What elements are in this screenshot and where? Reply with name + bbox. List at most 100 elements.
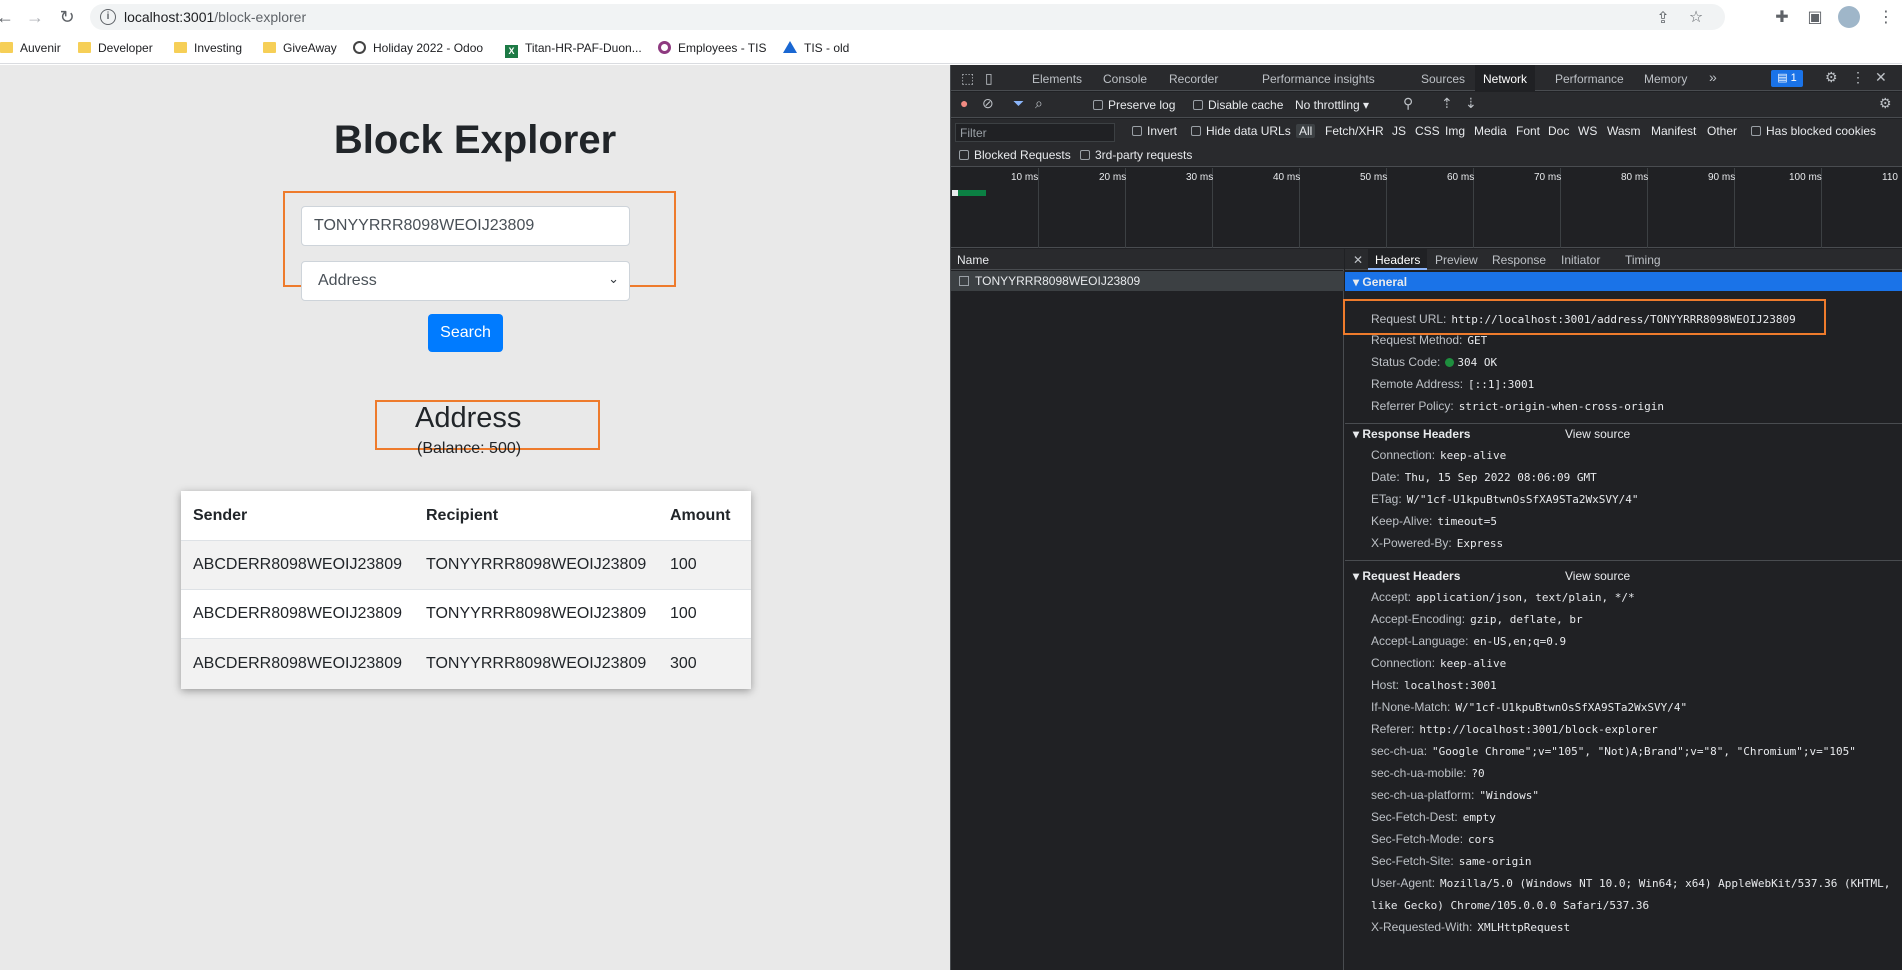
tab-preview[interactable]: Preview [1435, 253, 1478, 267]
request-url-highlight-box [1343, 299, 1826, 335]
tab-elements[interactable]: Elements [1032, 72, 1082, 86]
filter-manifest[interactable]: Manifest [1651, 124, 1696, 138]
third-party-checkbox[interactable]: 3rd-party requests [1080, 148, 1192, 162]
filter-doc[interactable]: Doc [1548, 124, 1569, 138]
filter-ws[interactable]: WS [1578, 124, 1597, 138]
header-amount: Amount [670, 506, 731, 524]
response-view-source-link[interactable]: View source [1565, 427, 1630, 441]
url-text: localhost:3001/block-explorer [124, 9, 307, 25]
request-view-source-link[interactable]: View source [1565, 569, 1630, 583]
import-har-icon[interactable]: ⇡ [1441, 95, 1453, 112]
bookmark-investing[interactable]: Investing [174, 41, 242, 55]
more-tabs-icon[interactable]: » [1709, 69, 1717, 85]
tab-sources[interactable]: Sources [1421, 72, 1465, 86]
search-input[interactable]: TONYYRRR8098WEOIJ23809 [301, 206, 630, 246]
tab-response[interactable]: Response [1492, 253, 1546, 267]
site-info-icon[interactable]: i [100, 9, 116, 25]
address-bar[interactable]: i localhost:3001/block-explorer ⇪ ☆ [90, 4, 1725, 30]
tick-label: 60 ms [1447, 172, 1475, 183]
filter-font[interactable]: Font [1516, 124, 1540, 138]
bookmark-titan[interactable]: X Titan-HR-PAF-Duon... [505, 41, 642, 58]
disable-cache-checkbox[interactable]: Disable cache [1193, 98, 1283, 112]
filter-all[interactable]: All [1296, 124, 1316, 138]
request-header: Sec-Fetch-Mode: cors [1371, 832, 1495, 846]
forward-icon[interactable]: → [24, 6, 46, 28]
has-blocked-cookies-checkbox[interactable]: Has blocked cookies [1751, 124, 1876, 138]
invert-checkbox[interactable]: Invert [1132, 124, 1177, 138]
folder-icon [0, 42, 13, 53]
export-har-icon[interactable]: ⇣ [1465, 95, 1477, 112]
request-row[interactable]: TONYYRRR8098WEOIJ23809 [951, 271, 1344, 291]
request-header: sec-ch-ua: "Google Chrome";v="105", "Not)… [1371, 744, 1856, 758]
request-list: Name TONYYRRR8098WEOIJ23809 [951, 249, 1344, 970]
tab-performance-insights[interactable]: Performance insights [1262, 72, 1375, 86]
section-response-headers[interactable]: ▾ Response Headers View source [1345, 424, 1902, 444]
search-button[interactable]: Search [428, 314, 503, 352]
profile-avatar[interactable] [1838, 6, 1860, 28]
folder-icon [263, 42, 276, 53]
cell-amount: 100 [670, 556, 697, 573]
filter-icon[interactable]: ⏷ [1013, 95, 1024, 112]
share-icon[interactable]: ⇪ [1653, 8, 1673, 28]
table-row: ABCDERR8098WEOIJ23809 TONYYRRR8098WEOIJ2… [181, 540, 751, 589]
bookmark-holiday[interactable]: Holiday 2022 - Odoo [353, 41, 483, 55]
search-type-select[interactable]: Address ⌄ [301, 261, 630, 301]
extensions-icon[interactable]: ✚ [1772, 7, 1792, 27]
network-settings-icon[interactable]: ⚙ [1879, 95, 1892, 112]
clear-icon[interactable]: ⊘ [982, 95, 994, 112]
throttling-select[interactable]: No throttling ▾ [1295, 98, 1369, 112]
blocked-requests-checkbox[interactable]: Blocked Requests [959, 148, 1071, 162]
record-icon[interactable]: ● [960, 95, 968, 111]
page-title: Block Explorer [333, 118, 617, 162]
bookmark-star-icon[interactable]: ☆ [1686, 7, 1706, 27]
tab-performance[interactable]: Performance [1555, 72, 1624, 86]
tab-network[interactable]: Network [1475, 65, 1536, 91]
tab-memory[interactable]: Memory [1644, 72, 1687, 86]
filter-css[interactable]: CSS [1415, 124, 1440, 138]
back-icon[interactable]: ← [0, 6, 16, 28]
tab-headers[interactable]: Headers [1368, 249, 1428, 270]
settings-icon[interactable]: ⚙ [1825, 69, 1838, 86]
issues-badge[interactable]: ▤ 1 [1771, 70, 1803, 87]
tab-timing[interactable]: Timing [1625, 253, 1661, 267]
filter-other[interactable]: Other [1707, 124, 1737, 138]
filter-img[interactable]: Img [1445, 124, 1465, 138]
bookmark-auvenir[interactable]: Auvenir [0, 41, 61, 55]
section-general[interactable]: ▾ General [1345, 272, 1902, 291]
search-icon[interactable]: ⌕ [1035, 95, 1043, 112]
filter-media[interactable]: Media [1474, 124, 1507, 138]
bookmark-giveaway[interactable]: GiveAway [263, 41, 337, 55]
tab-initiator[interactable]: Initiator [1561, 253, 1600, 267]
hide-data-urls-checkbox[interactable]: Hide data URLs [1191, 124, 1291, 138]
close-detail-icon[interactable]: ✕ [1353, 253, 1363, 267]
tick-label: 20 ms [1099, 172, 1127, 183]
status-ok-icon [1445, 358, 1455, 367]
network-conditions-icon[interactable]: ⚲ [1403, 95, 1413, 112]
bookmark-developer[interactable]: Developer [78, 41, 153, 55]
preserve-log-checkbox[interactable]: Preserve log [1093, 98, 1175, 112]
reload-icon[interactable]: ↻ [56, 6, 78, 28]
tab-recorder[interactable]: Recorder [1169, 72, 1218, 86]
filter-fetch-xhr[interactable]: Fetch/XHR [1325, 124, 1384, 138]
tab-console[interactable]: Console [1103, 72, 1147, 86]
bookmark-tis-old[interactable]: TIS - old [783, 41, 849, 55]
filter-wasm[interactable]: Wasm [1607, 124, 1641, 138]
menu-icon[interactable]: ⋮ [1876, 7, 1896, 27]
name-column-header[interactable]: Name [951, 249, 1344, 270]
devtools-tabbar: ⬚ ▯ Elements Console Recorder Performanc… [951, 65, 1902, 91]
section-request-headers[interactable]: ▾ Request Headers View source [1345, 566, 1902, 586]
side-panel-icon[interactable]: ▣ [1805, 7, 1825, 27]
bookmark-employees[interactable]: Employees - TIS [658, 41, 766, 55]
request-header: Sec-Fetch-Dest: empty [1371, 810, 1496, 824]
filter-input[interactable]: Filter [955, 123, 1115, 142]
detail-tabbar: ✕ Headers Preview Response Initiator Tim… [1345, 249, 1902, 270]
inspect-icon[interactable]: ⬚ [961, 70, 974, 87]
close-devtools-icon[interactable]: ✕ [1875, 69, 1887, 86]
response-header: Date: Thu, 15 Sep 2022 08:06:09 GMT [1371, 470, 1597, 484]
timeline-overview[interactable]: 10 ms 20 ms 30 ms 40 ms 50 ms 60 ms 70 m… [951, 168, 1902, 248]
general-remote-address: Remote Address: [::1]:3001 [1371, 377, 1535, 391]
request-type-icon [959, 276, 969, 286]
device-toolbar-icon[interactable]: ▯ [985, 70, 993, 87]
filter-js[interactable]: JS [1392, 124, 1406, 138]
more-options-icon[interactable]: ⋮ [1851, 69, 1865, 86]
